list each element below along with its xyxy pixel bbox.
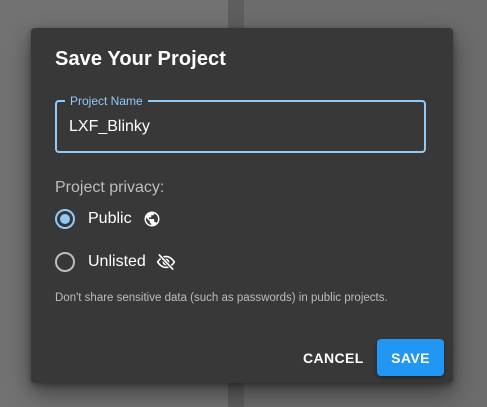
save-button[interactable]: SAVE	[377, 339, 444, 376]
unlisted-radio[interactable]	[55, 252, 75, 272]
cancel-button[interactable]: CANCEL	[297, 339, 369, 376]
project-name-field[interactable]: Project Name	[55, 94, 426, 153]
public-radio[interactable]	[55, 209, 75, 229]
public-label: Public	[88, 210, 132, 227]
save-project-dialog: Save Your Project Project Name Project p…	[31, 28, 453, 383]
privacy-option-unlisted[interactable]: Unlisted	[53, 250, 176, 274]
unlisted-label: Unlisted	[88, 253, 146, 270]
project-name-label: Project Name	[65, 94, 148, 108]
globe-icon	[142, 209, 162, 229]
dialog-title: Save Your Project	[55, 48, 227, 70]
privacy-option-public[interactable]: Public	[53, 207, 162, 231]
project-name-input[interactable]	[69, 116, 409, 138]
eye-off-icon	[156, 252, 176, 272]
privacy-hint: Don't share sensitive data (such as pass…	[55, 292, 388, 304]
privacy-label: Project privacy:	[55, 179, 165, 196]
